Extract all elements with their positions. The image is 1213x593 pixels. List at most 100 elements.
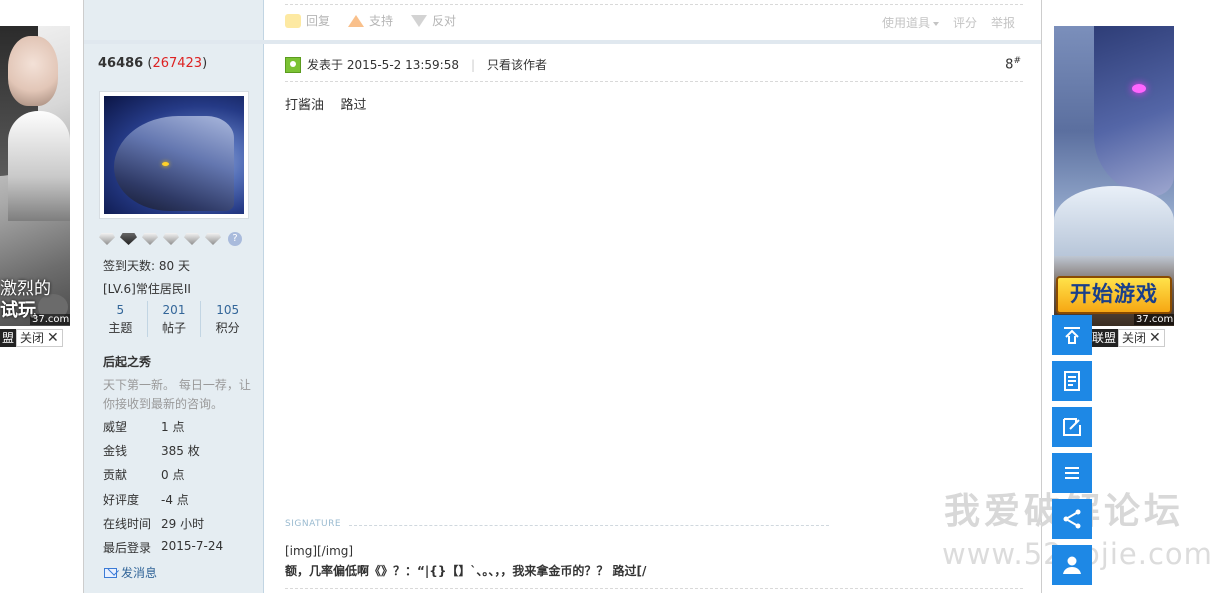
forum-post: 回复 支持 反对 使用道具 评分 举报 46486 (267423) ? 签到天… — [83, 0, 1042, 593]
detail-rating: 好评度 -4 点 — [103, 491, 189, 508]
thumb-up-icon — [348, 14, 365, 27]
author-name[interactable]: 46486 (267423) — [98, 56, 207, 71]
oppose-button[interactable]: 反对 — [411, 12, 456, 29]
detail-value: -4 点 — [161, 493, 189, 507]
post-actions: 回复 支持 反对 — [285, 12, 456, 29]
online-status-icon — [285, 56, 301, 73]
detail-contribution: 贡献 0 点 — [103, 466, 184, 483]
page: 激烈的 试玩 37.com 盟 关闭 ✕ 开始游戏 37.com 联盟 关闭 ✕ — [0, 0, 1213, 593]
profile-button[interactable] — [1052, 545, 1092, 585]
medal-row: ? — [99, 232, 242, 246]
separator: | — [471, 57, 476, 72]
detail-prestige: 威望 1 点 — [103, 418, 184, 435]
username[interactable]: 46486 — [98, 56, 143, 71]
avatar[interactable] — [99, 91, 249, 219]
post-meta: 发表于 2015-5-2 13:59:58 | 只看该作者 — [285, 56, 547, 73]
user-icon — [1063, 556, 1081, 574]
only-author-link[interactable]: 只看该作者 — [487, 56, 547, 73]
reply-label: 回复 — [306, 14, 331, 28]
use-item-dropdown[interactable]: 使用道具 — [882, 14, 939, 31]
detail-value: 29 小时 — [161, 517, 205, 531]
share-button[interactable] — [1052, 499, 1092, 539]
wolf-picture — [114, 116, 234, 211]
user-level[interactable]: [LV.6]常住居民II — [103, 280, 191, 297]
stat-label: 帖子 — [162, 321, 187, 335]
post-timestamp: 发表于 2015-5-2 13:59:58 — [307, 58, 459, 72]
ad-source-label: 37.com — [30, 314, 70, 325]
right-ad-close-button[interactable]: 关闭 ✕ — [1118, 329, 1165, 347]
detail-value: 1 点 — [161, 420, 185, 434]
detail-key: 在线时间 — [103, 517, 152, 531]
stat-threads[interactable]: 5 主题 — [94, 301, 148, 337]
ad-tag: 联盟 — [1090, 329, 1119, 347]
send-message-link[interactable]: 发消息 — [104, 564, 157, 581]
stat-label: 积分 — [215, 321, 240, 335]
mail-icon — [104, 567, 117, 578]
signature-label: SIGNATURE — [285, 519, 342, 529]
support-label: 支持 — [369, 14, 394, 28]
avatar-image — [104, 96, 244, 214]
back-to-top-button[interactable] — [1052, 315, 1092, 355]
stat-value: 105 — [216, 303, 240, 317]
report-link[interactable]: 举报 — [991, 14, 1015, 31]
stat-points[interactable]: 105 积分 — [201, 301, 254, 337]
medal-icon[interactable] — [120, 233, 137, 245]
signature-text: 额，几率偏低啊《》？：“|{}【】`、。、，，我来拿金币的？？ 路过[/ — [285, 564, 647, 578]
stat-posts[interactable]: 201 帖子 — [148, 301, 202, 337]
checkin-days: 签到天数: 80 天 — [103, 259, 190, 273]
floor-mark: # — [1013, 56, 1021, 66]
reply-edit-button[interactable] — [1052, 407, 1092, 447]
detail-value: 385 枚 — [161, 444, 200, 458]
left-ad-banner[interactable]: 激烈的 试玩 37.com — [0, 26, 70, 326]
ad-model-dress — [8, 111, 70, 221]
right-ad-banner[interactable]: 开始游戏 37.com — [1054, 26, 1174, 326]
detail-key: 金钱 — [103, 444, 128, 458]
post-divider — [84, 40, 1041, 44]
diamond-medal-icon[interactable] — [184, 233, 200, 245]
detail-key: 最后登录 — [103, 541, 152, 555]
signature-divider — [349, 525, 829, 526]
author-stats: 5 主题 201 帖子 105 积分 — [94, 301, 254, 337]
uid-close: ) — [202, 56, 208, 71]
oppose-label: 反对 — [432, 14, 457, 28]
reply-button[interactable]: 回复 — [285, 12, 330, 29]
detail-value: 2015-7-24 — [161, 539, 224, 553]
rank-description: 天下第一新。 每日一荐，让你接收到最新的咨询。 — [103, 378, 251, 411]
wolf-eye — [162, 162, 169, 166]
dashed-divider — [285, 4, 1023, 5]
user-id: 267423 — [152, 56, 203, 71]
diamond-medal-icon[interactable] — [163, 233, 179, 245]
back-to-top-icon — [1064, 327, 1080, 344]
post-list-button[interactable] — [1052, 361, 1092, 401]
use-item-label: 使用道具 — [881, 16, 930, 30]
floor-number[interactable]: 8# — [1005, 56, 1021, 72]
rank-title: 后起之秀 — [103, 355, 152, 369]
right-ad-bar: 联盟 关闭 ✕ — [1090, 328, 1165, 348]
support-button[interactable]: 支持 — [348, 12, 393, 29]
signature-text: [img][/img] — [285, 544, 354, 558]
diamond-medal-icon[interactable] — [142, 233, 158, 245]
detail-key: 贡献 — [103, 468, 128, 482]
rate-link[interactable]: 评分 — [953, 14, 977, 31]
send-message-label: 发消息 — [121, 566, 158, 580]
left-ad-bar: 盟 关闭 ✕ — [0, 328, 63, 348]
stat-value: 201 — [162, 303, 186, 317]
help-icon[interactable]: ? — [228, 232, 242, 246]
detail-key: 威望 — [103, 420, 128, 434]
ad-creature — [1094, 26, 1174, 196]
ad-play-button[interactable]: 开始游戏 — [1056, 276, 1172, 314]
stat-label: 主题 — [108, 321, 133, 335]
ad-tag: 盟 — [0, 329, 17, 347]
diamond-medal-icon[interactable] — [99, 233, 115, 245]
left-ad-close-button[interactable]: 关闭 ✕ — [16, 329, 63, 347]
ad-snow — [1054, 186, 1174, 256]
diamond-medal-icon[interactable] — [205, 233, 221, 245]
detail-key: 好评度 — [103, 493, 140, 507]
ad-creature-eye — [1132, 84, 1146, 93]
chevron-down-icon — [932, 21, 939, 26]
menu-button[interactable] — [1052, 453, 1092, 493]
reply-icon — [285, 13, 301, 28]
post-content: 打酱油 路过 — [285, 98, 367, 113]
close-label: 关闭 — [20, 331, 45, 345]
close-icon: ✕ — [1149, 330, 1161, 346]
